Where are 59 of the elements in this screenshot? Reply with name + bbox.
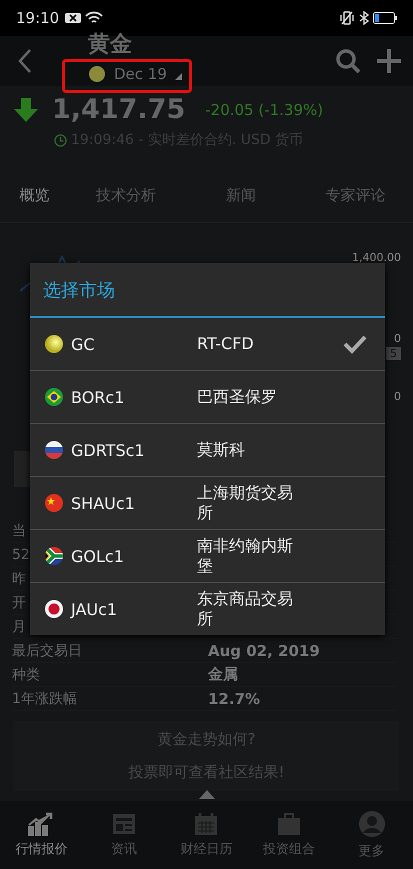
calendar-icon (194, 812, 218, 836)
tab[interactable]: 技术分析 (68, 180, 184, 210)
chart-icon (28, 812, 54, 836)
coin-icon (45, 335, 63, 353)
detail-label: 最后交易日 (12, 642, 82, 660)
tab[interactable]: 新闻 (184, 180, 298, 210)
detail-value: Aug 02, 2019 (208, 642, 321, 660)
tab[interactable]: 专家评论 (298, 180, 413, 210)
detail-label: 开 (12, 594, 26, 612)
back-icon[interactable] (18, 48, 32, 74)
detail-value: 12.7% (208, 690, 262, 708)
briefcase-icon (277, 812, 302, 836)
flag-icon (45, 388, 63, 406)
market-option[interactable]: GDRTSc1 莫斯科 (30, 423, 385, 476)
newspaper-icon (112, 812, 136, 836)
contract-selector[interactable]: Dec 19 (64, 63, 186, 85)
detail-label: 当 (12, 522, 26, 540)
dropdown-icon (174, 73, 182, 80)
nav-item[interactable]: 行情报价 (0, 801, 83, 869)
vibrate-icon (339, 11, 355, 25)
search-icon[interactable] (335, 48, 361, 74)
detail-label: 52 (12, 546, 30, 562)
down-arrow-icon (14, 98, 38, 122)
market-option[interactable]: GC RT-CFD (30, 318, 385, 370)
market-option[interactable]: JAUc1 东京商品交易所 (30, 582, 385, 635)
market-option[interactable]: GOLc1 南非约翰内斯堡 (30, 529, 385, 582)
market-option[interactable]: BORc1 巴西圣保罗 (30, 370, 385, 423)
axis-label: 1,400.00 (352, 251, 401, 264)
wifi-icon (85, 11, 104, 25)
market-option[interactable]: SHAUc1 上海期货交易所 (30, 476, 385, 529)
nav-item[interactable]: 财经日历 (165, 801, 248, 869)
clock-icon (54, 134, 67, 146)
price: 1,417.75 (52, 94, 186, 125)
profile-icon (358, 810, 386, 838)
battery-icon (373, 12, 397, 24)
checkmark-icon (343, 334, 367, 354)
coin-icon (88, 65, 106, 83)
tab[interactable]: 概览 (0, 180, 69, 210)
detail-label: 月 (12, 618, 26, 636)
flag-icon (45, 441, 63, 459)
flag-icon (45, 600, 63, 618)
axis-label: 0 (394, 332, 401, 345)
price-change: -20.05 (-1.39%) (205, 100, 324, 118)
bluetooth-icon (359, 11, 369, 25)
flag-icon (45, 494, 63, 512)
axis-label: 0 (394, 390, 401, 403)
add-icon[interactable] (377, 49, 401, 73)
notification-icon (65, 12, 82, 24)
dialog-title: 选择市场 (30, 263, 385, 318)
detail-label: 种类 (12, 666, 40, 684)
nav-item[interactable]: 投资组合 (248, 801, 330, 869)
instrument-title: 黄金 (88, 33, 133, 57)
nav-item[interactable]: 资讯 (82, 801, 166, 869)
status-time: 19:10 (16, 9, 60, 27)
detail-label: 1年涨跌幅 (12, 690, 77, 708)
nav-item[interactable]: 更多 (330, 801, 413, 869)
flag-icon (45, 547, 63, 565)
detail-value: 金属 (208, 665, 239, 684)
detail-label: 昨 (12, 570, 26, 588)
